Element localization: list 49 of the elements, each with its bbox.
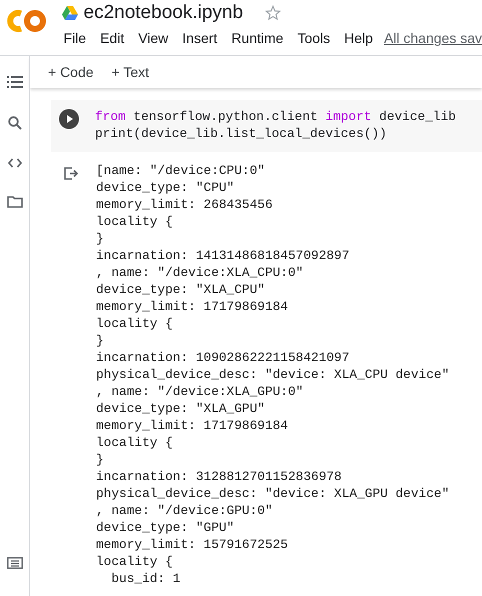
search-icon[interactable] bbox=[8, 116, 22, 130]
output-line: locality { bbox=[96, 315, 174, 332]
output-line: physical_device_desc: "device: XLA_CPU device" bbox=[96, 366, 450, 383]
output-line: memory_limit: 15791672525 bbox=[96, 536, 289, 553]
output-line: } bbox=[96, 332, 105, 349]
notebook-title[interactable]: ec2notebook.ipynb bbox=[84, 2, 244, 24]
output-line: locality { bbox=[96, 553, 174, 570]
output-line: [name: "/device:CPU:0" bbox=[96, 162, 266, 179]
output-line: incarnation: 10902862221158421097 bbox=[96, 349, 350, 366]
output-line: device_type: "XLA_GPU" bbox=[96, 400, 266, 417]
output-line: , name: "/device:GPU:0" bbox=[96, 502, 274, 519]
menu-item[interactable]: Insert bbox=[175, 30, 224, 46]
output-line: memory_limit: 17179869184 bbox=[96, 417, 289, 434]
drive-icon bbox=[62, 6, 78, 20]
code-line: print(device_lib.list_local_devices()) bbox=[95, 125, 388, 142]
output-line: } bbox=[96, 230, 105, 247]
logo-icon[interactable] bbox=[6, 9, 48, 33]
output-line: locality { bbox=[96, 434, 174, 451]
code-icon[interactable] bbox=[8, 158, 22, 168]
menu-item[interactable]: Runtime bbox=[224, 30, 290, 46]
menu-item[interactable]: View bbox=[131, 30, 176, 46]
output-line: memory_limit: 268435456 bbox=[96, 196, 274, 213]
menu-item[interactable]: Tools bbox=[290, 30, 338, 46]
output-line: memory_limit: 17179869184 bbox=[96, 298, 289, 315]
output-line: locality { bbox=[96, 213, 174, 230]
output-line: device_type: "XLA_CPU" bbox=[96, 281, 266, 298]
output-line: device_type: "GPU" bbox=[96, 519, 236, 536]
code-line: from tensorflow.python.client import device_lib bbox=[95, 108, 456, 125]
output-icon[interactable] bbox=[64, 167, 78, 180]
menu-item[interactable]: Help bbox=[337, 30, 380, 46]
add-cell-button[interactable]: + Code bbox=[42, 62, 100, 82]
output-line: , name: "/device:XLA_GPU:0" bbox=[96, 383, 304, 400]
star-icon[interactable] bbox=[265, 5, 282, 21]
run-icon[interactable] bbox=[59, 109, 79, 129]
table-of-contents-icon[interactable] bbox=[6, 76, 22, 88]
output-line: incarnation: 14131486818457092897 bbox=[96, 247, 350, 264]
code-cell[interactable]: from tensorflow.python.client import device_lib print(device_lib.list_local_devices()) bbox=[51, 100, 482, 152]
output-line: bus_id: 1 bbox=[110, 570, 182, 587]
output-line: } bbox=[96, 451, 105, 468]
menu-item[interactable]: File bbox=[62, 30, 94, 46]
output-line: incarnation: 3128812701152836978 bbox=[96, 468, 343, 485]
menu-item[interactable]: Edit bbox=[93, 30, 132, 46]
output-line: , name: "/device:XLA_CPU:0" bbox=[96, 264, 304, 281]
folder-icon[interactable] bbox=[6, 196, 22, 208]
add-cell-button[interactable]: + Text bbox=[106, 62, 156, 82]
terminal-icon[interactable] bbox=[6, 557, 22, 569]
output-line: device_type: "CPU" bbox=[96, 179, 236, 196]
save-status-link[interactable]: All changes sav bbox=[380, 30, 482, 46]
output-line: physical_device_desc: "device: XLA_GPU device" bbox=[96, 485, 450, 502]
